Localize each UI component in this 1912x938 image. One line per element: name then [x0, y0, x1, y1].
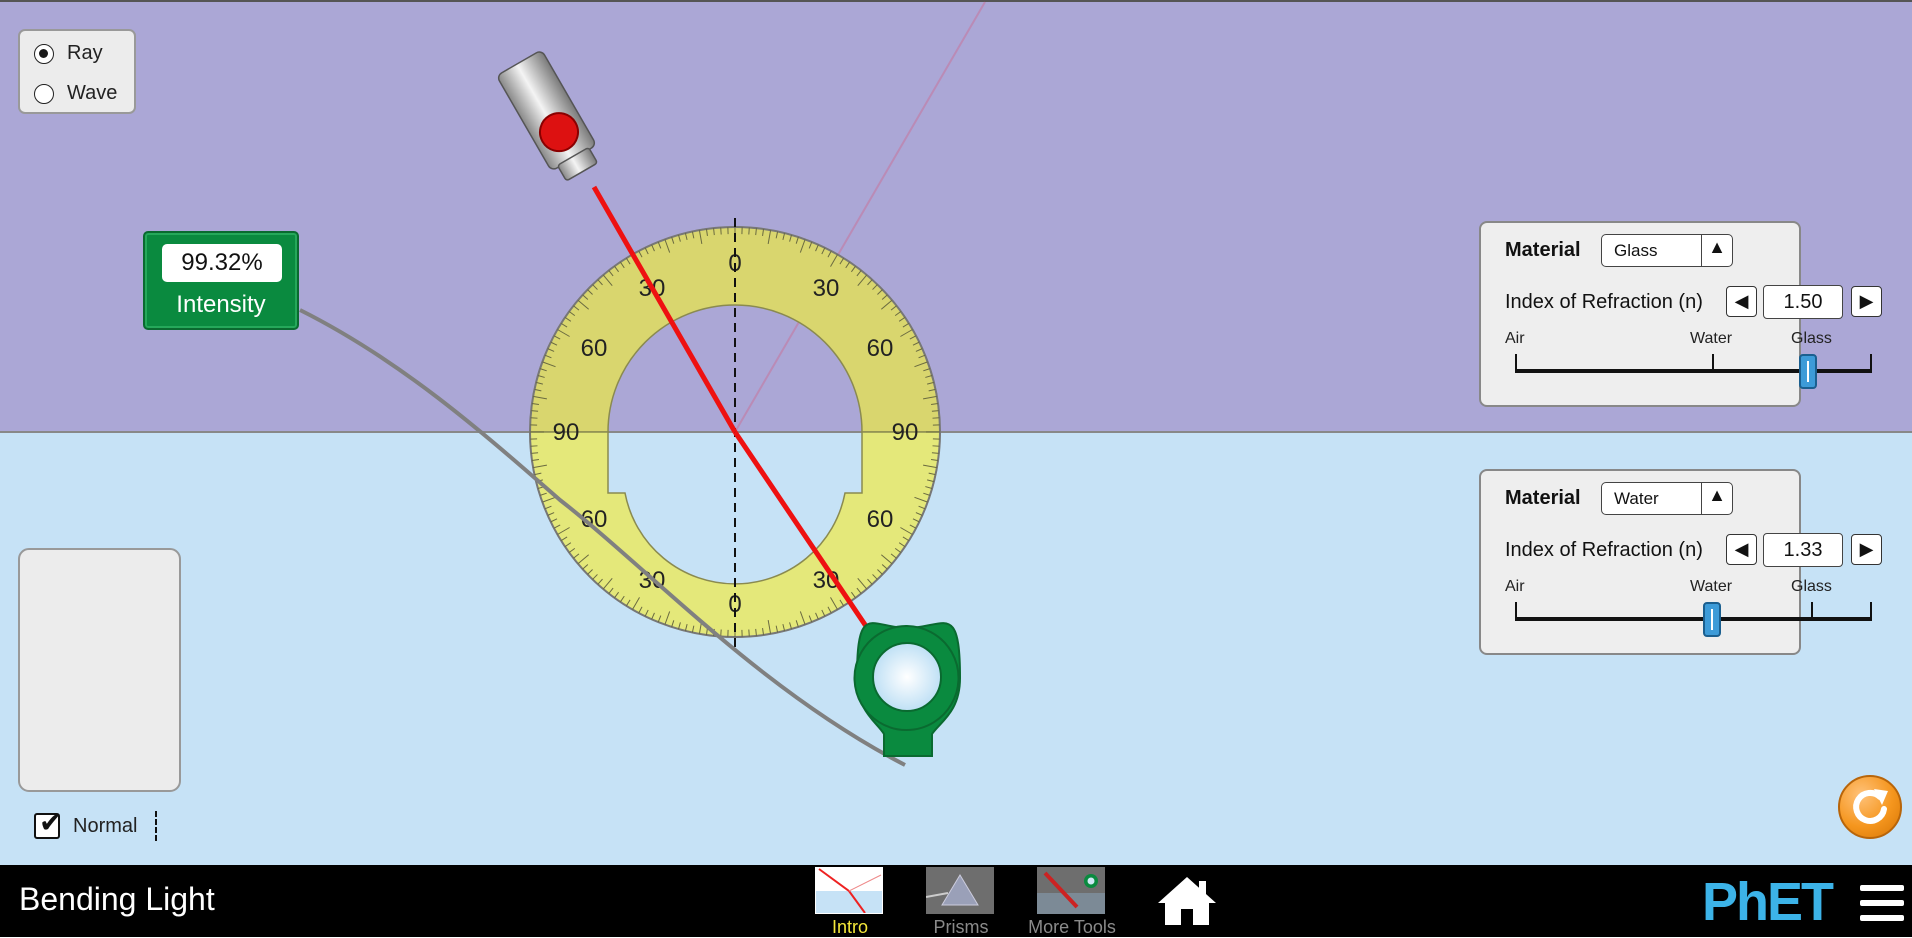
triangle-right-icon: ▶ — [1860, 291, 1874, 311]
reset-icon — [1840, 777, 1900, 837]
normal-toggle[interactable]: ✔ Normal — [34, 811, 157, 841]
phet-logo[interactable]: PhET — [1702, 875, 1832, 929]
bottom-ior-value: 1.33 — [1763, 533, 1843, 567]
top-material-panel: Material Glass ▲ Index of Refraction (n)… — [1479, 221, 1801, 407]
bottom-ior-label: Index of Refraction (n) — [1505, 539, 1703, 562]
top-ior-increment-button[interactable]: ▶ — [1851, 286, 1882, 317]
tab-prisms-label: Prisms — [901, 917, 1021, 938]
ray-radio-label: Ray — [67, 42, 103, 65]
triangle-left-icon: ◀ — [1735, 291, 1749, 311]
triangle-up-icon: ▲ — [1708, 237, 1726, 258]
wave-radio-button[interactable] — [34, 84, 54, 104]
top-ior-value: 1.50 — [1763, 285, 1843, 319]
protractor-label-90-left: 90 — [553, 419, 580, 446]
top-slider-tick-mark — [1712, 354, 1714, 373]
bottom-ior-slider-track[interactable] — [1516, 617, 1872, 621]
bottom-material-panel: Material Water ▲ Index of Refraction (n)… — [1479, 469, 1801, 655]
menu-button[interactable] — [1860, 885, 1904, 925]
top-material-label: Material — [1505, 239, 1581, 262]
normal-label: Normal — [73, 815, 137, 838]
protractor-label-upper-60-right: 60 — [867, 335, 894, 362]
tab-intro-label: Intro — [790, 917, 910, 938]
bottom-material-label: Material — [1505, 487, 1581, 510]
bottom-slider-tick-glass: Glass — [1791, 578, 1832, 596]
top-ior-slider-thumb[interactable] — [1799, 354, 1817, 389]
top-ior-slider-track[interactable] — [1516, 369, 1872, 373]
triangle-right-icon: ▶ — [1860, 539, 1874, 559]
bottom-material-combobox[interactable]: Water ▲ — [1601, 482, 1733, 515]
ray-radio-option[interactable]: Ray — [34, 42, 103, 65]
check-icon: ✔ — [39, 809, 62, 837]
bottom-slider-tick-air: Air — [1505, 578, 1525, 596]
navigation-bar: Bending Light Intro Prisms More Tools — [0, 865, 1912, 937]
intensity-label: Intensity — [145, 291, 297, 319]
sensor-probe-lens — [873, 643, 941, 711]
bottom-ior-slider-thumb[interactable] — [1703, 602, 1721, 637]
protractor-label-upper-60-left: 60 — [581, 335, 608, 362]
normal-checkbox[interactable]: ✔ — [34, 813, 60, 839]
tab-prisms[interactable]: Prisms — [921, 865, 1001, 937]
bottom-slider-tick-water: Water — [1690, 578, 1732, 596]
top-slider-tick-glass: Glass — [1791, 330, 1832, 348]
menu-bar-icon — [1860, 915, 1904, 921]
top-slider-tick-air: Air — [1505, 330, 1525, 348]
top-ior-label: Index of Refraction (n) — [1505, 291, 1703, 314]
normal-line-icon — [155, 811, 157, 841]
prisms-screen-icon — [926, 867, 994, 914]
bottom-slider-tick-mark — [1870, 602, 1872, 621]
bottom-ior-decrement-button[interactable]: ◀ — [1726, 534, 1757, 565]
tab-intro[interactable]: Intro — [810, 865, 890, 937]
protractor-label-upper-30-right: 30 — [813, 275, 840, 302]
top-slider-tick-mark — [1515, 354, 1517, 373]
intro-screen-icon — [815, 867, 883, 914]
top-material-combobox[interactable]: Glass ▲ — [1601, 234, 1733, 267]
bottom-ior-increment-button[interactable]: ▶ — [1851, 534, 1882, 565]
top-ior-decrement-button[interactable]: ◀ — [1726, 286, 1757, 317]
protractor-label-lower-60-right: 60 — [867, 506, 894, 533]
bottom-slider-tick-mark — [1811, 602, 1813, 621]
tab-more-tools[interactable]: More Tools — [1032, 865, 1112, 937]
reset-all-button[interactable] — [1838, 775, 1902, 839]
menu-bar-icon — [1860, 900, 1904, 906]
protractor-label-90-right: 90 — [892, 419, 919, 446]
intensity-value: 99.32% — [162, 244, 282, 282]
wave-radio-option[interactable]: Wave — [34, 82, 117, 105]
bottom-slider-tick-mark — [1515, 602, 1517, 621]
intensity-sensor-probe[interactable] — [855, 623, 960, 756]
ray-wave-panel: Ray Wave — [18, 29, 136, 114]
laser-pointer[interactable] — [496, 50, 604, 185]
tab-more-tools-label: More Tools — [1012, 917, 1132, 938]
tools-toolbox — [18, 548, 181, 792]
top-material-selected: Glass — [1614, 241, 1657, 261]
home-button[interactable] — [1155, 873, 1219, 929]
top-slider-tick-mark — [1870, 354, 1872, 373]
wave-radio-label: Wave — [67, 82, 117, 105]
combo-separator — [1701, 483, 1702, 514]
triangle-left-icon: ◀ — [1735, 539, 1749, 559]
bottom-material-selected: Water — [1614, 489, 1659, 509]
ray-radio-button[interactable] — [34, 44, 54, 64]
top-slider-tick-water: Water — [1690, 330, 1732, 348]
more-tools-screen-icon — [1037, 867, 1105, 914]
app-title: Bending Light — [19, 881, 215, 918]
intensity-meter[interactable]: 99.32% Intensity — [143, 231, 299, 330]
menu-bar-icon — [1860, 885, 1904, 891]
home-icon — [1155, 873, 1219, 929]
combo-separator — [1701, 235, 1702, 266]
triangle-up-icon: ▲ — [1708, 485, 1726, 506]
optics-scene: 0 30 30 60 60 90 90 60 60 30 30 0 — [0, 0, 1912, 865]
